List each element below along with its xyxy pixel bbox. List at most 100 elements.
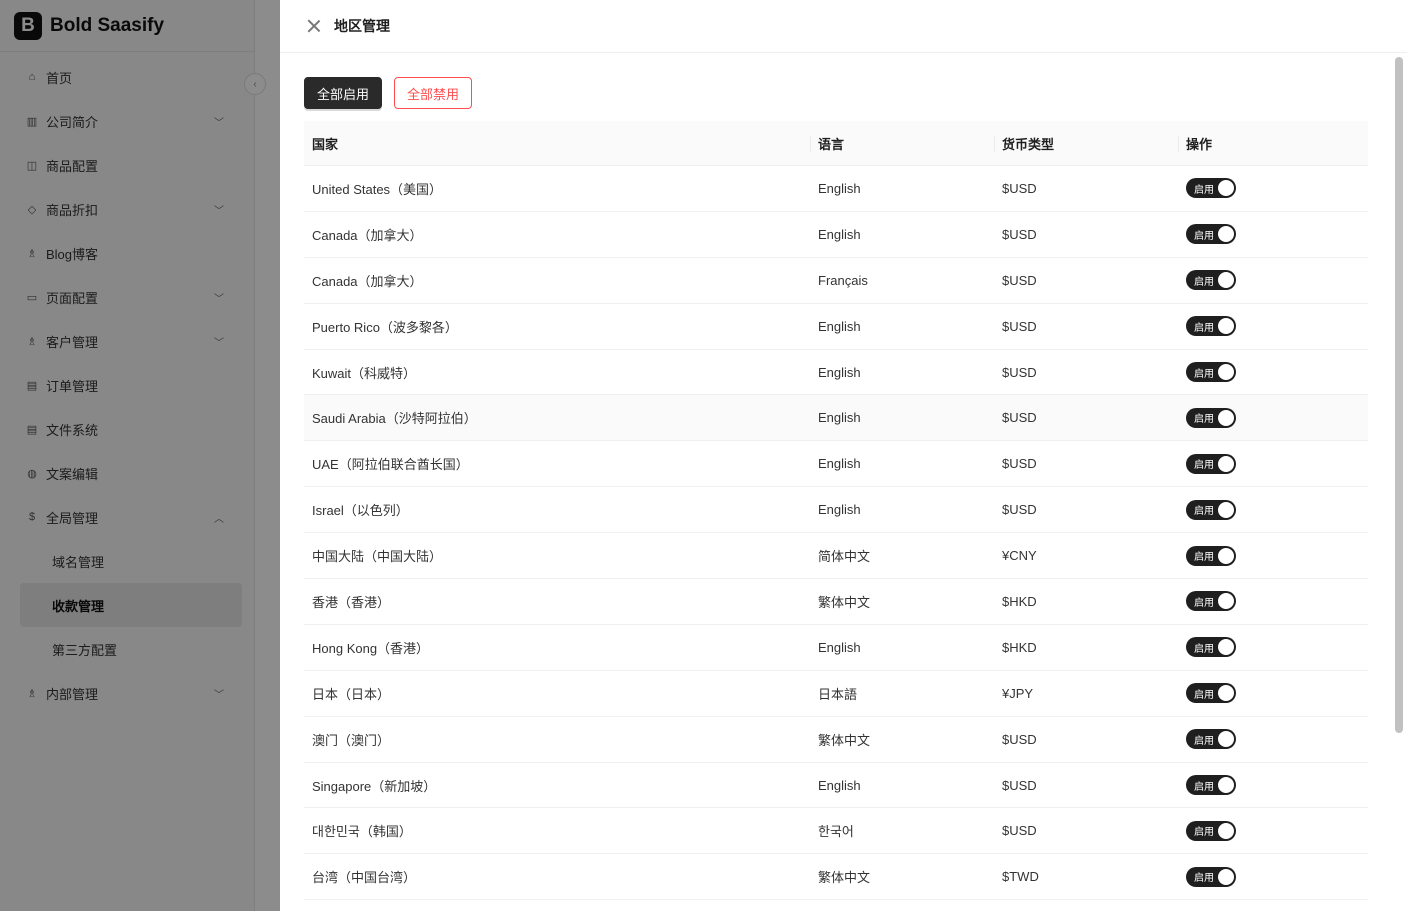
currency-cell: $USD	[1002, 272, 1037, 288]
toggle-label: 启用	[1194, 322, 1214, 334]
country-cell: Saudi Arabia（沙特阿拉伯）	[312, 411, 477, 427]
enable-toggle[interactable]: 启用	[1186, 178, 1236, 199]
enable-toggle[interactable]: 启用	[1186, 545, 1236, 566]
currency-cell: $USD	[1002, 823, 1037, 839]
toggle-label: 启用	[1194, 873, 1214, 885]
disable-all-button[interactable]: 全部禁用	[394, 77, 473, 109]
column-header-language: 语言	[810, 121, 994, 165]
drawer-header: 地区管理	[280, 0, 1407, 53]
table-row: Singapore（新加坡） English $USD 启用	[304, 763, 1368, 809]
table-row: Hong Kong（香港） English $HKD 启用	[304, 625, 1368, 671]
action-cell: 启用	[1178, 637, 1368, 658]
currency-cell: $USD	[1002, 777, 1037, 793]
enable-toggle[interactable]: 启用	[1186, 316, 1236, 337]
table-row: 대한민국（韩国） 한국어 $USD 启用	[304, 808, 1368, 855]
enable-toggle[interactable]: 启用	[1186, 683, 1236, 704]
action-cell: 启用	[1178, 775, 1368, 796]
language-cell: English	[818, 456, 861, 472]
region-table: 国家 语言 货币类型 操作 United States（美国） English $U…	[304, 121, 1368, 901]
toggle-label: 启用	[1194, 230, 1214, 242]
toggle-knob	[1218, 731, 1234, 748]
scrollbar[interactable]	[1395, 57, 1403, 733]
country-cell: Israel（以色列）	[312, 503, 409, 519]
table-row: 中国大陆（中国大陆） 简体中文 ¥CNY 启用	[304, 533, 1368, 580]
toggle-knob	[1218, 226, 1234, 243]
toggle-knob	[1218, 639, 1234, 656]
action-cell: 启用	[1178, 499, 1368, 520]
currency-cell: $USD	[1002, 731, 1037, 747]
toggle-knob	[1218, 593, 1234, 610]
table-row: Puerto Rico（波多黎各） English $USD 启用	[304, 304, 1368, 350]
toggle-knob	[1218, 364, 1234, 380]
table-row: 日本（日本） 日本語 ¥JPY 启用	[304, 671, 1368, 717]
enable-toggle[interactable]: 启用	[1186, 637, 1236, 658]
action-cell: 启用	[1178, 866, 1368, 887]
currency-cell: $USD	[1002, 364, 1037, 380]
language-cell: 繁体中文	[818, 594, 871, 610]
close-icon[interactable]	[307, 19, 321, 33]
enable-toggle[interactable]: 启用	[1186, 453, 1236, 474]
table-body: United States（美国） English $USD 启用 Canada（加拿大…	[304, 166, 1368, 901]
table-row: United States（美国） English $USD 启用	[304, 166, 1368, 212]
enable-toggle[interactable]: 启用	[1186, 866, 1236, 887]
toggle-knob	[1218, 685, 1234, 702]
drawer-mask[interactable]	[0, 0, 280, 911]
table-row: 澳门（澳门） 繁体中文 $USD 启用	[304, 717, 1368, 763]
enable-all-button[interactable]: 全部启用	[304, 77, 383, 109]
action-cell: 启用	[1178, 178, 1368, 199]
enable-toggle[interactable]: 启用	[1186, 820, 1236, 841]
enable-toggle[interactable]: 启用	[1186, 362, 1236, 382]
currency-cell: $HKD	[1002, 639, 1037, 655]
enable-toggle[interactable]: 启用	[1186, 224, 1236, 245]
table-row: 台湾（中国台湾） 繁体中文 $TWD 启用	[304, 854, 1368, 901]
country-cell: UAE（阿拉伯联合酋长国）	[312, 457, 469, 473]
currency-cell: $USD	[1002, 456, 1037, 472]
currency-cell: $TWD	[1002, 869, 1039, 885]
language-cell: English	[818, 410, 861, 426]
toggle-knob	[1218, 501, 1234, 518]
toggle-knob	[1218, 409, 1234, 426]
country-cell: Canada（加拿大）	[312, 227, 423, 243]
currency-cell: $USD	[1002, 226, 1037, 242]
toggle-knob	[1218, 547, 1234, 564]
currency-cell: $USD	[1002, 502, 1037, 518]
action-cell: 启用	[1178, 362, 1368, 382]
table-row: Kuwait（科威特） English $USD 启用	[304, 350, 1368, 396]
bulk-actions: 全部启用 全部禁用	[304, 77, 473, 109]
country-cell: Hong Kong（香港）	[312, 640, 430, 656]
country-cell: 中国大陆（中国大陆）	[312, 549, 443, 565]
toggle-label: 启用	[1194, 689, 1214, 701]
enable-toggle[interactable]: 启用	[1186, 270, 1236, 291]
action-cell: 启用	[1178, 407, 1368, 428]
enable-toggle[interactable]: 启用	[1186, 775, 1236, 796]
table-row: Canada（加拿大） English $USD 启用	[304, 212, 1368, 258]
language-cell: 简体中文	[818, 549, 871, 565]
enable-toggle[interactable]: 启用	[1186, 499, 1236, 520]
language-cell: 繁体中文	[818, 870, 871, 886]
toggle-knob	[1218, 318, 1234, 335]
currency-cell: $USD	[1002, 180, 1037, 196]
language-cell: English	[818, 226, 861, 242]
table-header: 国家 语言 货币类型 操作	[304, 121, 1368, 166]
table-row: 香港（香港） 繁体中文 $HKD 启用	[304, 579, 1368, 625]
enable-toggle[interactable]: 启用	[1186, 591, 1236, 612]
action-cell: 启用	[1178, 545, 1368, 566]
country-cell: 日本（日本）	[312, 686, 391, 702]
action-cell: 启用	[1178, 591, 1368, 612]
country-cell: United States（美国）	[312, 181, 443, 197]
toggle-label: 启用	[1194, 827, 1214, 839]
toggle-label: 启用	[1194, 460, 1214, 472]
country-cell: Singapore（新加坡）	[312, 778, 437, 794]
toggle-knob	[1218, 180, 1234, 197]
table-row: UAE（阿拉伯联合酋长国） English $USD 启用	[304, 441, 1368, 488]
toggle-label: 启用	[1194, 597, 1214, 609]
language-cell: English	[818, 318, 861, 334]
action-cell: 启用	[1178, 270, 1368, 291]
enable-toggle[interactable]: 启用	[1186, 729, 1236, 750]
toggle-knob	[1218, 272, 1234, 289]
enable-toggle[interactable]: 启用	[1186, 407, 1236, 428]
country-cell: 澳门（澳门）	[312, 732, 391, 748]
action-cell: 启用	[1178, 820, 1368, 841]
language-cell: English	[818, 639, 861, 655]
currency-cell: ¥JPY	[1002, 685, 1034, 701]
